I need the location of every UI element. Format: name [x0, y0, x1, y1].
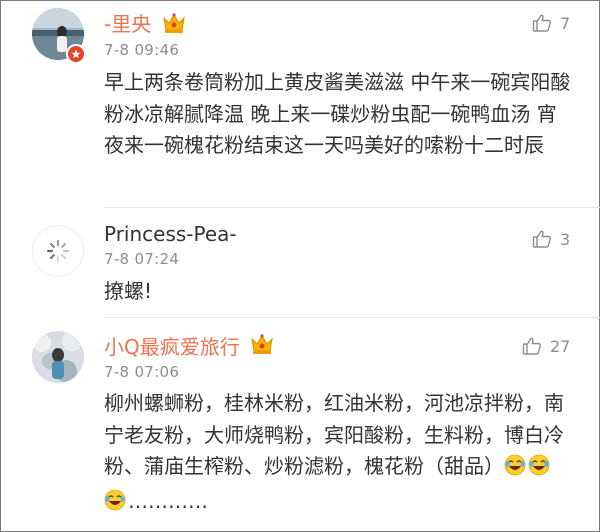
comment-text: 柳州螺蛳粉，桂林米粉，红油米粉，河池凉拌粉，南宁老友粉，大师烧鸭粉，宾阳酸粉，生…	[104, 388, 574, 520]
timestamp: 7-8 07:24	[104, 250, 180, 268]
like-button[interactable]: 7	[532, 13, 570, 33]
thumbs-up-icon	[532, 14, 551, 32]
divider	[104, 317, 600, 318]
laughing-tears-emoji	[504, 454, 526, 486]
comment-text-body: 柳州螺蛳粉，桂林米粉，红油米粉，河池凉拌粉，南宁老友粉，大师烧鸭粉，宾阳酸粉，生…	[104, 391, 564, 478]
thumbs-up-icon	[522, 337, 541, 355]
comment-text-tail: …………	[128, 488, 208, 513]
like-count: 27	[550, 336, 571, 356]
divider	[104, 207, 600, 208]
crown-icon	[250, 333, 274, 355]
verified-badge-icon	[66, 44, 86, 64]
avatar[interactable]	[32, 331, 84, 383]
timestamp: 7-8 07:06	[104, 363, 180, 381]
comment-text: 早上两条卷筒粉加上黄皮酱美滋滋 中午来一碗宾阳酸粉冰凉解腻降温 晚上来一碟炒粉虫…	[104, 70, 571, 157]
laughing-tears-emoji	[528, 454, 550, 486]
thumbs-up-icon	[532, 230, 551, 248]
like-count: 7	[560, 13, 571, 33]
username[interactable]: -里央	[104, 13, 151, 35]
like-button[interactable]: 27	[522, 336, 570, 356]
username[interactable]: Princess-Pea-	[104, 223, 237, 245]
crown-icon	[162, 12, 186, 34]
username[interactable]: 小Q最疯爱旅行	[104, 336, 240, 358]
comment-text: 撩螺!	[104, 279, 153, 303]
like-count: 3	[560, 229, 571, 249]
laughing-tears-emoji	[104, 489, 126, 521]
avatar[interactable]	[32, 225, 84, 277]
loading-spinner-icon	[46, 239, 70, 263]
timestamp: 7-8 09:46	[104, 41, 180, 59]
like-button[interactable]: 3	[532, 229, 570, 249]
